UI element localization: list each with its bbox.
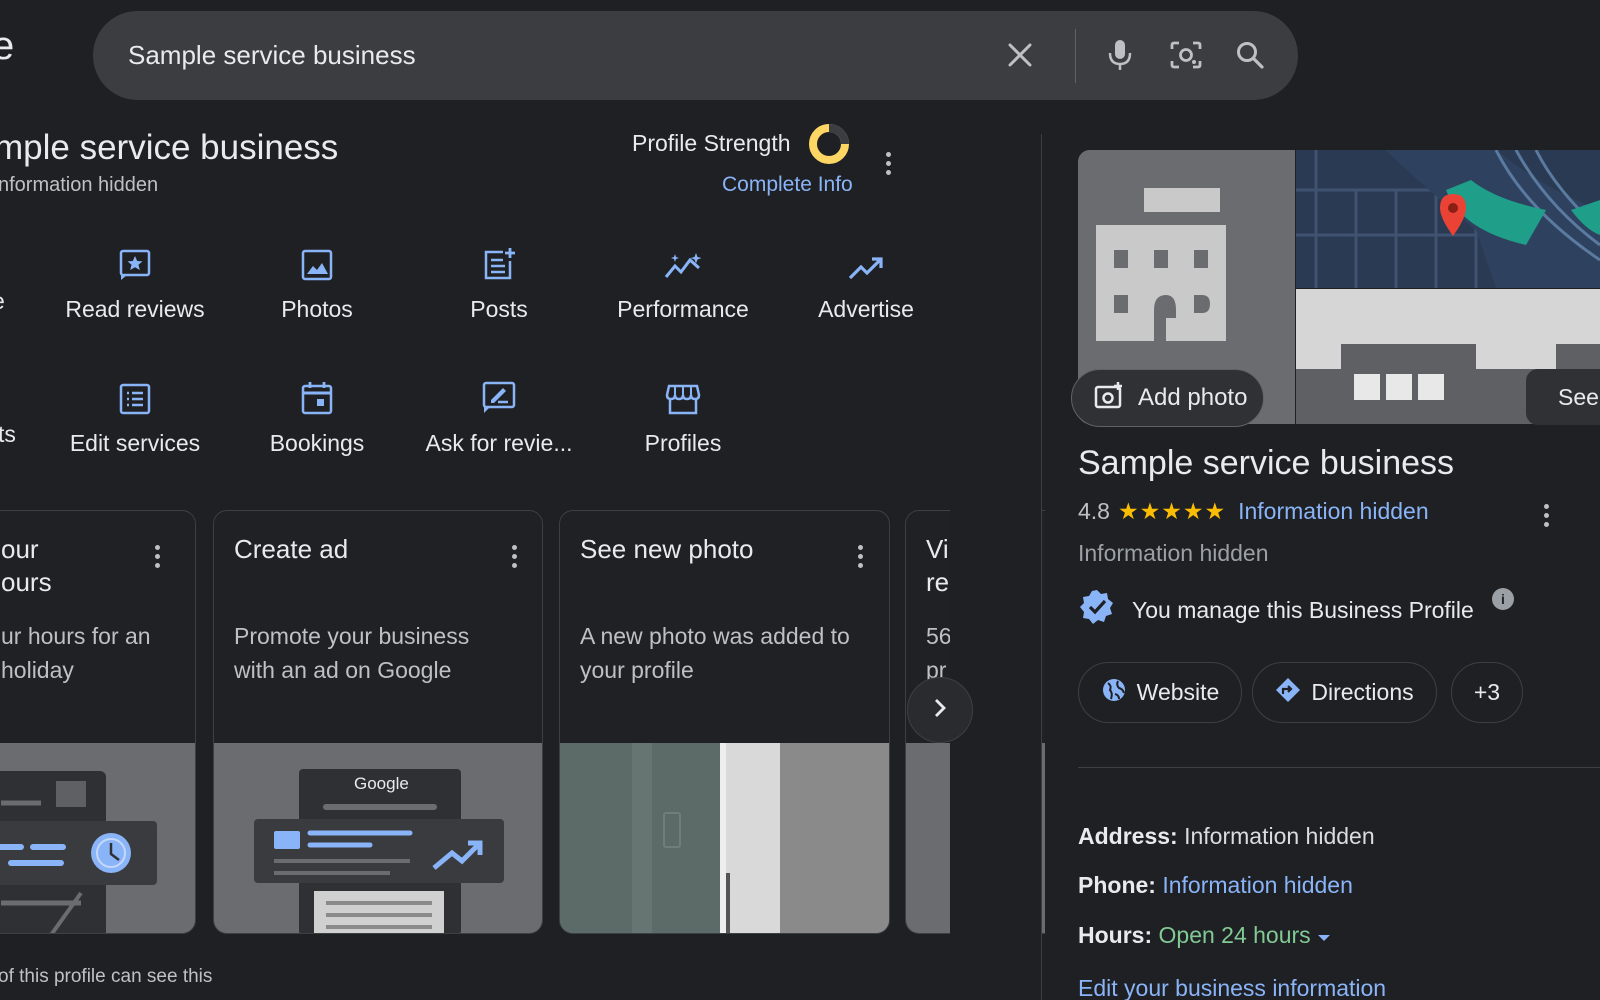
panel-business-title: Sample service business (1078, 444, 1455, 482)
list-icon (45, 370, 225, 416)
address-label: Address: (1078, 823, 1178, 849)
panel-section-divider (1078, 767, 1600, 768)
rate-review-icon (409, 370, 589, 416)
card-update-hours[interactable]: our ours ur hours for an holiday (0, 510, 196, 934)
hours-label: Hours: (1078, 922, 1153, 948)
action-label: Read reviews (65, 296, 205, 322)
website-button[interactable]: Website (1078, 662, 1242, 723)
action-label: Advertise (818, 296, 914, 322)
storefront-icon (593, 370, 773, 416)
card-more-icon[interactable] (850, 539, 870, 573)
hours-value[interactable]: Open 24 hours (1159, 922, 1311, 948)
dropdown-arrow-icon[interactable] (1317, 922, 1331, 948)
card-body: Promote your business with an ad on Goog… (234, 623, 470, 683)
directions-label: Directions (1311, 679, 1414, 705)
address-row: Address: Information hidden (1078, 823, 1375, 850)
performance-icon (593, 236, 773, 282)
card-title: See new photo (580, 534, 754, 564)
google-logo-fragment[interactable]: e (0, 24, 14, 69)
search-divider (1075, 29, 1076, 83)
panel-divider (1041, 134, 1042, 1000)
profile-strength-label: Profile Strength (632, 130, 791, 156)
add-photo-icon (1094, 381, 1124, 416)
post-add-icon (409, 236, 589, 282)
trending-up-icon (776, 236, 956, 282)
action-performance[interactable]: Performance (593, 236, 773, 323)
action-posts[interactable]: Posts (409, 236, 589, 323)
more-actions-button[interactable]: +3 (1451, 662, 1523, 723)
phone-row: Phone: Information hidden (1078, 872, 1353, 899)
map-thumbnail[interactable] (1296, 150, 1600, 288)
profile-strength-ring[interactable] (807, 122, 851, 171)
hours-row[interactable]: Hours: Open 24 hours (1078, 922, 1331, 949)
card-create-ad[interactable]: Create ad Promote your business with an … (213, 510, 543, 934)
info-icon[interactable]: i (1492, 588, 1514, 610)
rating-row: 4.8 ★★★★★ Information hidden (1078, 498, 1429, 525)
business-title: mple service business (0, 128, 339, 167)
manage-profile-text: You manage this Business Profile (1132, 596, 1474, 623)
action-label: Performance (617, 296, 749, 322)
rating-value: 4.8 (1078, 498, 1110, 524)
panel-more-icon[interactable] (1536, 500, 1556, 530)
business-subtitle: nformation hidden (0, 174, 159, 196)
search-input[interactable]: Sample service business (128, 40, 416, 71)
add-photo-button[interactable]: Add photo (1071, 369, 1264, 427)
card-photo-thumbnail (560, 743, 889, 933)
directions-button[interactable]: Directions (1252, 662, 1437, 723)
visibility-note: of this profile can see this (0, 966, 213, 987)
phone-label: Phone: (1078, 872, 1156, 898)
carousel-next-button[interactable] (907, 677, 973, 743)
card-title: Vi re (926, 534, 950, 597)
card-title: our ours (1, 534, 52, 597)
image-icon (227, 236, 407, 282)
action-label: Edit services (69, 430, 201, 456)
action-advertise[interactable]: Advertise (776, 236, 956, 323)
lens-icon[interactable] (1164, 33, 1208, 77)
search-icon[interactable] (1228, 33, 1272, 77)
card-illustration-ad: Google (214, 743, 542, 933)
action-label: Ask for revie... (425, 430, 573, 456)
business-category: Information hidden (1078, 540, 1269, 566)
action-fragment-1[interactable]: e (0, 288, 5, 315)
action-photos[interactable]: Photos (227, 236, 407, 323)
mic-icon[interactable] (1098, 33, 1142, 77)
card-illustration-hours (0, 743, 195, 933)
action-edit-services[interactable]: Edit services (45, 370, 225, 457)
verified-badge-icon (1078, 588, 1116, 632)
website-label: Website (1136, 679, 1220, 705)
card-more-icon[interactable] (147, 539, 167, 573)
manage-profile-row: You manage this Business Profile (1078, 588, 1474, 632)
see-photos-button[interactable]: See (1526, 369, 1600, 425)
card-see-new-photo[interactable]: See new photo A new photo was added to y… (559, 510, 890, 934)
close-icon[interactable] (998, 33, 1042, 77)
action-profiles[interactable]: Profiles (593, 370, 773, 457)
card-body: ur hours for an holiday (1, 623, 151, 683)
globe-icon (1101, 677, 1127, 709)
chevron-right-icon (932, 697, 948, 724)
calendar-icon (227, 370, 407, 416)
address-value: Information hidden (1184, 823, 1375, 849)
phone-value[interactable]: Information hidden (1162, 872, 1353, 898)
profile-more-icon[interactable] (878, 148, 898, 178)
directions-icon (1275, 677, 1301, 709)
action-ask-for-reviews[interactable]: Ask for revie... (409, 370, 589, 457)
action-label: Posts (470, 296, 528, 322)
action-label: Photos (281, 296, 353, 322)
action-label: Profiles (644, 430, 722, 456)
action-fragment-2[interactable]: ts (0, 421, 16, 448)
action-read-reviews[interactable]: Read reviews (45, 236, 225, 323)
card-body: A new photo was added to your profile (580, 623, 850, 683)
action-label: Bookings (269, 430, 365, 456)
card-title: Create ad (234, 534, 349, 564)
google-ad-label: Google (354, 774, 409, 793)
card-more-icon[interactable] (504, 539, 524, 573)
add-photo-label: Add photo (1138, 384, 1248, 411)
edit-business-info-link[interactable]: Edit your business information (1078, 975, 1386, 1000)
search-bar[interactable]: Sample service business (93, 11, 1298, 100)
star-review-icon (45, 236, 225, 282)
reviews-link[interactable]: Information hidden (1238, 498, 1429, 525)
complete-info-link[interactable]: Complete Info (722, 173, 853, 197)
rating-stars-icon: ★★★★★ (1117, 498, 1227, 524)
action-bookings[interactable]: Bookings (227, 370, 407, 457)
